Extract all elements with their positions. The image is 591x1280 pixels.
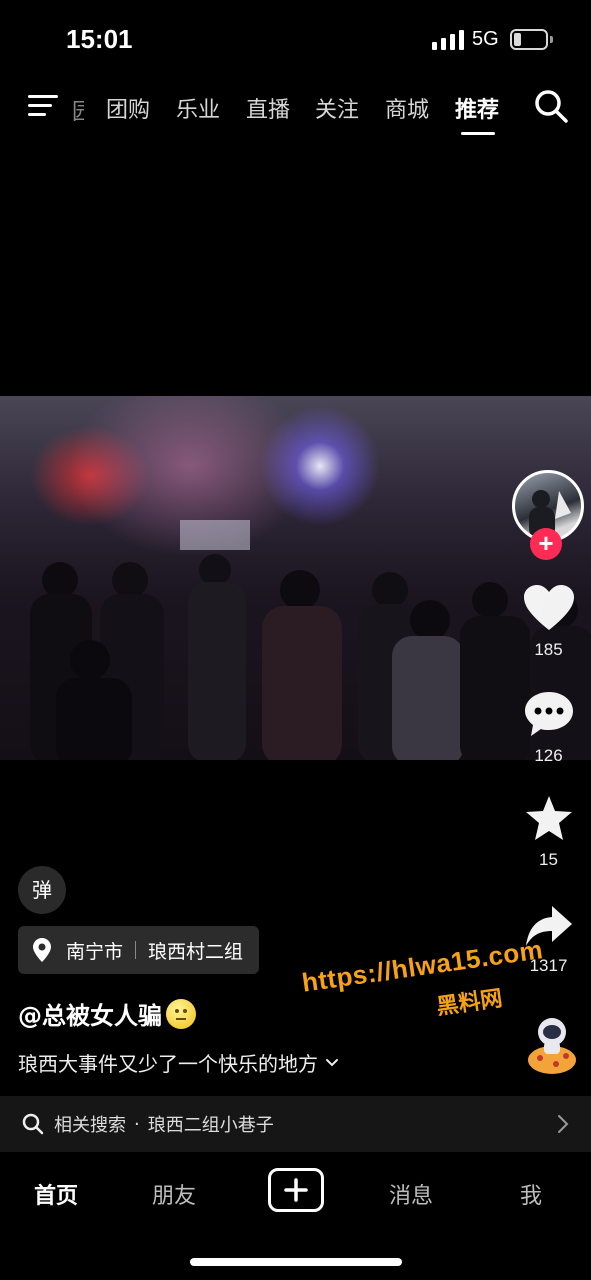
video-player[interactable] — [0, 396, 591, 760]
tab-live[interactable]: 直播 — [246, 92, 290, 124]
related-search-label: 相关搜索 — [54, 1115, 126, 1136]
bottom-nav: 首页 朋友 消息 我 — [0, 1152, 591, 1280]
heart-icon — [523, 585, 574, 630]
danmu-toggle-button[interactable]: 弹 — [18, 866, 66, 914]
tab-group-buy[interactable]: 团购 — [106, 92, 150, 124]
tab-recommend[interactable]: 推荐 — [455, 92, 499, 124]
follow-button[interactable]: + — [530, 528, 562, 560]
nav-messages[interactable]: 消息 — [389, 1178, 433, 1210]
create-button[interactable] — [268, 1168, 324, 1212]
status-bar: 15:01 5G — [0, 0, 591, 80]
author-handle: @总被女人骗 — [18, 1002, 162, 1030]
related-search-query: 琅西二组小巷子 — [147, 1115, 274, 1136]
tab-mall[interactable]: 商城 — [385, 92, 429, 124]
search-icon — [22, 1113, 44, 1135]
tab-leye[interactable]: 乐业 — [176, 92, 220, 124]
search-icon[interactable] — [533, 88, 569, 124]
author-name[interactable]: @总被女人骗 — [18, 996, 196, 1031]
location-separator — [135, 941, 137, 959]
signal-icon — [432, 30, 464, 50]
astronaut-sticker-icon — [528, 1018, 576, 1074]
location-pin-icon — [33, 938, 51, 962]
related-search-dot: · — [134, 1113, 140, 1135]
watermark: https://hlwa15.com 黑料网 — [300, 928, 586, 1020]
tab-partial[interactable]: 园 — [72, 94, 84, 126]
active-tab-underline — [461, 132, 495, 135]
emoji-icon — [166, 998, 196, 1029]
home-indicator — [190, 1258, 402, 1266]
plus-icon — [284, 1178, 308, 1202]
top-nav: 园 团购 乐业 直播 关注 商城 推荐 — [0, 80, 591, 136]
battery-icon — [510, 29, 548, 50]
chevron-right-icon — [558, 1115, 569, 1133]
star-icon — [525, 796, 572, 840]
favorite-button[interactable]: 15 — [506, 794, 591, 870]
crowd-image — [30, 520, 591, 760]
tab-following[interactable]: 关注 — [315, 92, 359, 124]
caption-text: 琅西大事件又少了一个快乐的地方 — [18, 1052, 318, 1076]
video-caption[interactable]: 琅西大事件又少了一个快乐的地方 — [18, 1048, 340, 1077]
battery-cap — [550, 36, 553, 43]
location-tag[interactable]: 南宁市 琅西村二组 — [18, 926, 260, 974]
comment-count: 126 — [534, 746, 563, 765]
nav-me[interactable]: 我 — [520, 1178, 542, 1210]
status-time: 15:01 — [66, 24, 133, 54]
related-search-bar[interactable]: 相关搜索 · 琅西二组小巷子 — [0, 1096, 591, 1152]
nav-friends[interactable]: 朋友 — [152, 1178, 196, 1210]
network-label: 5G — [472, 28, 499, 50]
favorite-count: 15 — [539, 850, 558, 869]
nav-home[interactable]: 首页 — [34, 1178, 78, 1210]
watermark-name: 黑料网 — [435, 986, 504, 1021]
location-place: 琅西村二组 — [148, 940, 244, 963]
location-city: 南宁市 — [66, 940, 124, 963]
comment-icon — [524, 692, 573, 736]
like-button[interactable]: 185 — [506, 584, 591, 660]
chevron-down-icon[interactable] — [324, 1057, 340, 1069]
comment-button[interactable]: 126 — [506, 690, 591, 766]
menu-icon[interactable] — [28, 93, 58, 119]
like-count: 185 — [534, 640, 563, 659]
